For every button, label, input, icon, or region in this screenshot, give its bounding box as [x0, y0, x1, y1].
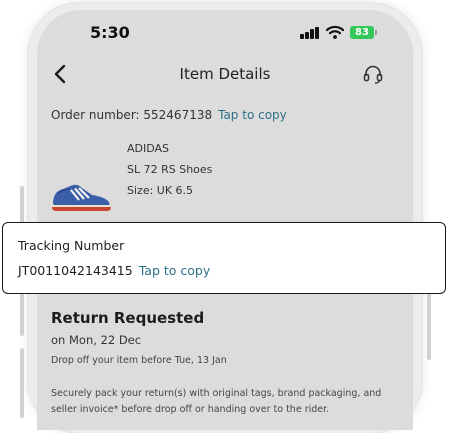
app-screen: 5:30 83 Item Details Order number: 55246… — [37, 10, 413, 430]
battery-icon: 83 — [350, 26, 377, 39]
return-status-date: on Mon, 22 Dec — [51, 333, 142, 347]
drop-off-deadline: Drop off your item before Tue, 13 Jan — [51, 355, 227, 366]
product-size: Size: UK 6.5 — [127, 184, 194, 197]
tracking-number-card: Tracking Number JT0011042143415 Tap to co… — [2, 222, 446, 294]
order-number-row: Order number: 552467138 Tap to copy — [51, 108, 287, 122]
product-brand: ADIDAS — [127, 142, 170, 155]
order-number: Order number: 552467138 — [51, 108, 213, 122]
copy-tracking-number-link[interactable]: Tap to copy — [139, 263, 211, 278]
sneaker-icon — [52, 184, 111, 211]
headset-icon[interactable] — [362, 63, 384, 85]
status-time: 5:30 — [90, 23, 130, 42]
return-status-title: Return Requested — [51, 309, 205, 327]
page-title: Item Details — [179, 65, 271, 83]
return-instructions: Securely pack your return(s) with origin… — [51, 388, 382, 415]
tracking-number-label: Tracking Number — [18, 238, 125, 253]
wifi-icon — [326, 25, 344, 39]
side-button — [427, 284, 431, 360]
tracking-number-value: JT0011042143415 — [18, 263, 133, 278]
product-info: ADIDAS SL 72 RS Shoes Size: UK 6.5 — [127, 138, 212, 201]
tracking-number-row: JT0011042143415 Tap to copy — [18, 263, 210, 278]
battery-level: 83 — [355, 27, 369, 38]
copy-order-number-link[interactable]: Tap to copy — [218, 108, 287, 122]
side-button — [20, 348, 24, 418]
signal-icon — [300, 26, 320, 39]
product-name: SL 72 RS Shoes — [127, 163, 213, 176]
